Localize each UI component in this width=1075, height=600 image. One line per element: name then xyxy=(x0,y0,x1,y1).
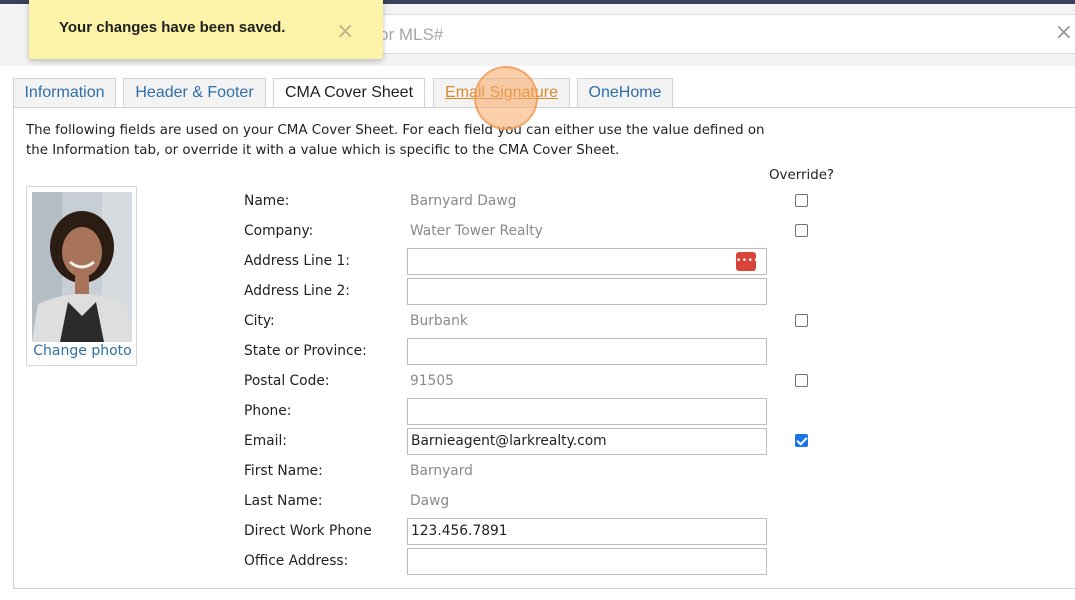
save-toast: Your changes have been saved. × xyxy=(29,0,383,59)
city-value: Burbank xyxy=(410,313,468,329)
change-photo-link[interactable]: Change photo xyxy=(27,343,138,359)
direct-work-phone-field[interactable]: 123.456.7891 xyxy=(407,518,767,545)
company-override-checkbox[interactable] xyxy=(795,224,808,237)
search-placeholder: or MLS# xyxy=(379,25,444,44)
tab-onehome[interactable]: OneHome xyxy=(577,78,673,108)
password-manager-icon[interactable]: •••• xyxy=(736,252,759,271)
address-line-1-field[interactable]: •••• xyxy=(407,248,767,275)
last-name-value: Dawg xyxy=(410,493,450,509)
postal-code-label: Postal Code: xyxy=(244,373,330,389)
tab-email-signature[interactable]: Email Signature xyxy=(433,78,570,108)
address-line-2-field[interactable] xyxy=(407,278,767,305)
office-address-field[interactable] xyxy=(407,548,767,575)
search-input[interactable]: or MLS# × xyxy=(300,14,1075,54)
postal-code-value: 91505 xyxy=(410,373,454,389)
photo-card: Change photo xyxy=(26,186,137,366)
first-name-value: Barnyard xyxy=(410,463,473,479)
address-line-1-label: Address Line 1: xyxy=(244,253,350,269)
email-field[interactable]: Barnieagent@larkrealty.com xyxy=(407,428,767,455)
office-address-label: Office Address: xyxy=(244,553,349,569)
first-name-label: First Name: xyxy=(244,463,323,479)
email-label: Email: xyxy=(244,433,287,449)
last-name-label: Last Name: xyxy=(244,493,323,509)
close-icon[interactable]: × xyxy=(336,19,354,45)
agent-photo-graphic xyxy=(32,192,132,342)
agent-photo xyxy=(32,192,132,342)
state-label: State or Province: xyxy=(244,343,367,359)
intro-text: The following fields are used on your CM… xyxy=(26,123,765,158)
toast-message: Your changes have been saved. xyxy=(59,19,286,36)
name-override-checkbox[interactable] xyxy=(795,194,808,207)
state-field[interactable] xyxy=(407,338,767,365)
tab-cma-cover-sheet[interactable]: CMA Cover Sheet xyxy=(273,78,425,109)
close-icon[interactable]: × xyxy=(1055,21,1073,45)
city-label: City: xyxy=(244,313,275,329)
name-label: Name: xyxy=(244,193,290,209)
company-label: Company: xyxy=(244,223,314,239)
override-header: Override? xyxy=(769,168,835,183)
email-override-checkbox[interactable] xyxy=(795,434,808,447)
phone-label: Phone: xyxy=(244,403,292,419)
postal-code-override-checkbox[interactable] xyxy=(795,374,808,387)
tab-information[interactable]: Information xyxy=(13,78,116,108)
company-value: Water Tower Realty xyxy=(410,223,543,239)
address-line-2-label: Address Line 2: xyxy=(244,283,350,299)
phone-field[interactable] xyxy=(407,398,767,425)
city-override-checkbox[interactable] xyxy=(795,314,808,327)
name-value: Barnyard Dawg xyxy=(410,193,517,209)
tab-header-footer[interactable]: Header & Footer xyxy=(123,78,266,108)
direct-work-phone-label: Direct Work Phone xyxy=(244,523,372,539)
